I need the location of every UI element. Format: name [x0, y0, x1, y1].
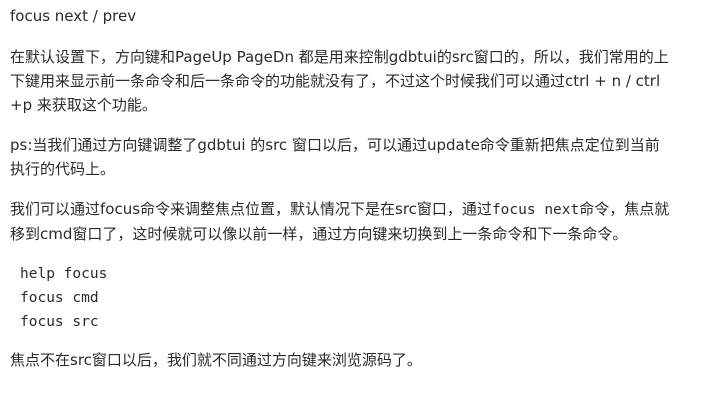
paragraph-focus-text-before: 我们可以通过focus命令来调整焦点位置，默认情况下是在src窗口，通过: [10, 200, 492, 218]
paragraph-ps-note: ps:当我们通过方向键调整了gdbtui 的src 窗口以后，可以通过updat…: [10, 136, 660, 178]
code-line: help focus: [20, 266, 108, 282]
section-heading: focus next / prev: [10, 7, 137, 25]
code-line: focus cmd: [20, 290, 99, 306]
code-block: help focus focus cmd focus src: [10, 262, 674, 334]
paragraph-focus-command: 我们可以通过focus命令来调整焦点位置，默认情况下是在src窗口，通过focu…: [10, 197, 674, 246]
article-content: focus next / prev 在默认设置下，方向键和PageUp Page…: [10, 4, 674, 388]
paragraph-key-bindings: 在默认设置下，方向键和PageUp PageDn 都是用来控制gdbtui的sr…: [10, 48, 669, 114]
inline-code-focus-next: focus next: [491, 202, 580, 218]
code-line: focus src: [20, 314, 99, 330]
paragraph-conclusion: 焦点不在src窗口以后，我们就不同通过方向键来浏览源码了。: [10, 351, 422, 369]
